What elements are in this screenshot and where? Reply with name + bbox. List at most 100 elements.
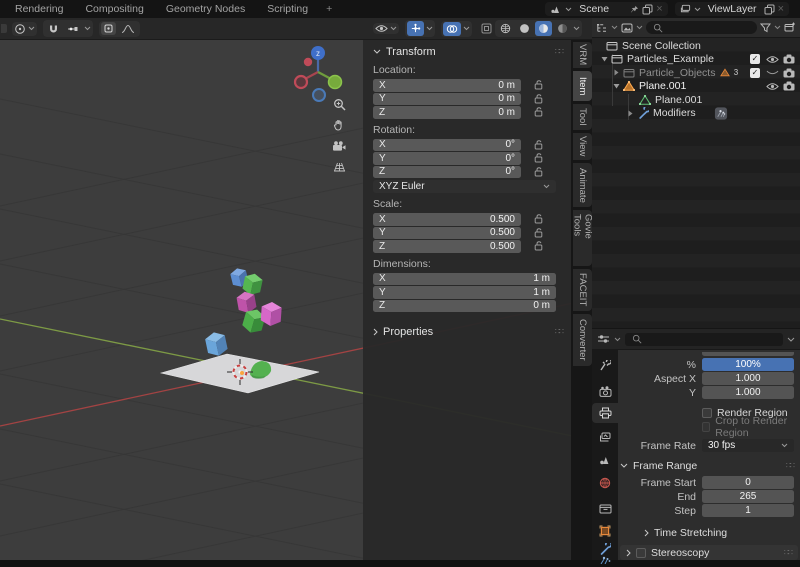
camera-icon[interactable]	[782, 54, 796, 64]
gizmos-icon[interactable]	[407, 21, 424, 36]
shading-material-preview-icon[interactable]	[535, 21, 552, 36]
chevron-down-icon[interactable]	[787, 337, 795, 342]
scene-selector[interactable]: Scene ×	[545, 2, 667, 16]
navigation-gizmo[interactable]: z	[288, 42, 350, 106]
rotation-mode-dropdown[interactable]: XYZ Euler	[373, 180, 556, 193]
new-collection-icon[interactable]	[784, 22, 796, 33]
visibility-dropdown[interactable]	[373, 23, 399, 34]
outliner-row-scene-collection[interactable]: Scene Collection	[592, 39, 800, 53]
filter-funnel-icon[interactable]	[760, 23, 771, 33]
expand-arrow-icon[interactable]	[600, 56, 608, 62]
camera-icon[interactable]	[782, 68, 796, 78]
new-scene-icon[interactable]	[642, 4, 653, 15]
toggle-grid-icon[interactable]	[329, 161, 349, 173]
sidebar-tab-view[interactable]: View	[573, 133, 592, 160]
tab-particles-icon[interactable]	[592, 553, 618, 567]
stereoscopy-header[interactable]: Stereoscopy ∷∷	[620, 545, 798, 560]
workspace-tab-rendering[interactable]: Rendering	[4, 2, 74, 16]
rotation-z-field[interactable]: Z0°	[373, 166, 521, 179]
checkbox-icon[interactable]: ✓	[748, 68, 762, 78]
outliner-row-particles-example[interactable]: Particles_Example ✓	[592, 53, 800, 67]
lock-icon[interactable]	[521, 107, 556, 117]
tab-object-icon[interactable]	[592, 521, 618, 541]
tab-view-layer-icon[interactable]	[592, 427, 618, 447]
aspect-x-field[interactable]: 1.000	[702, 372, 794, 385]
eye-open-icon[interactable]	[765, 82, 779, 91]
shading-wireframe-icon[interactable]	[497, 21, 514, 36]
checkbox-icon[interactable]: ✓	[748, 54, 762, 64]
tab-collection-icon[interactable]	[592, 498, 618, 518]
sidebar-tab-tool[interactable]: Tool	[573, 104, 592, 130]
pin-icon[interactable]	[630, 5, 639, 14]
add-workspace-button[interactable]: +	[319, 2, 339, 16]
sidebar-tab-vrm[interactable]: VRM	[573, 42, 592, 68]
pivot-point-dropdown[interactable]	[12, 22, 37, 36]
frame-step-field[interactable]: 1	[702, 504, 794, 517]
view-layer-name[interactable]: ViewLayer	[704, 3, 761, 15]
close-icon[interactable]: ×	[778, 3, 784, 15]
eye-closed-icon[interactable]	[765, 68, 779, 77]
lock-icon[interactable]	[521, 241, 556, 251]
outliner-row-plane-001[interactable]: Plane.001	[592, 80, 800, 94]
particles-icon[interactable]	[714, 106, 728, 121]
camera-view-icon[interactable]	[329, 140, 349, 152]
snap-target-icon[interactable]	[64, 23, 82, 35]
dimensions-x-field[interactable]: X1 m	[373, 273, 556, 286]
frame-start-field[interactable]: 0	[702, 476, 794, 489]
filter-display-icon[interactable]	[621, 23, 633, 33]
sidebar-tab-item[interactable]: Item	[573, 71, 592, 101]
stereoscopy-checkbox[interactable]	[636, 548, 646, 558]
drag-dots-icon[interactable]: ∷∷	[786, 461, 794, 470]
scale-z-field[interactable]: Z0.500	[373, 240, 521, 253]
overlays-icon[interactable]	[443, 22, 461, 36]
view-layer-selector[interactable]: ViewLayer ×	[675, 2, 789, 16]
outliner-item-label[interactable]: Particle_Objects	[639, 67, 715, 79]
properties-panel-header[interactable]: Properties ∷∷	[373, 324, 571, 339]
outliner-item-label[interactable]: Modifiers	[653, 107, 696, 119]
outliner-search-input[interactable]	[646, 21, 757, 34]
properties-search-input[interactable]	[625, 333, 783, 346]
dimensions-z-field[interactable]: Z0 m	[373, 300, 556, 313]
dimensions-y-field[interactable]: Y1 m	[373, 286, 556, 299]
lock-icon[interactable]	[521, 228, 556, 238]
zoom-icon[interactable]	[329, 98, 349, 110]
lock-icon[interactable]	[521, 140, 556, 150]
sidebar-tab-faceit[interactable]: FACEIT	[573, 269, 592, 311]
rotation-x-field[interactable]: X0°	[373, 139, 521, 152]
tab-scene-icon[interactable]	[592, 450, 618, 470]
workspace-tab-compositing[interactable]: Compositing	[74, 2, 154, 16]
outliner-row-plane-001-data[interactable]: Plane.001	[592, 93, 800, 107]
snap-magnet-icon[interactable]	[45, 21, 62, 36]
crop-render-region-checkbox[interactable]	[702, 422, 710, 432]
sidebar-tab-govie-tools[interactable]: Govie Tools	[573, 210, 592, 266]
drag-dots-icon[interactable]: ∷∷	[555, 47, 563, 56]
close-icon[interactable]: ×	[656, 3, 662, 15]
rotation-y-field[interactable]: Y0°	[373, 152, 521, 165]
eye-open-icon[interactable]	[765, 55, 779, 64]
shading-solid-icon[interactable]	[516, 21, 533, 36]
new-layer-icon[interactable]	[764, 4, 775, 15]
outliner-item-label[interactable]: Particles_Example	[627, 53, 714, 65]
render-region-checkbox[interactable]	[702, 408, 712, 418]
tab-tool-icon[interactable]	[592, 356, 618, 376]
aspect-y-field[interactable]: 1.000	[702, 386, 794, 399]
resolution-y-field-partial[interactable]	[702, 352, 794, 356]
outliner-item-label[interactable]: Plane.001	[655, 94, 702, 106]
workspace-tab-geometry-nodes[interactable]: Geometry Nodes	[155, 2, 256, 16]
transform-panel-header[interactable]: Transform ∷∷	[373, 44, 571, 59]
lock-icon[interactable]	[521, 80, 556, 90]
scale-y-field[interactable]: Y0.500	[373, 227, 521, 240]
display-mode-icon[interactable]	[596, 23, 608, 33]
outliner-item-label[interactable]: Scene Collection	[622, 40, 701, 52]
location-y-field[interactable]: Y0 m	[373, 93, 521, 106]
lock-icon[interactable]	[521, 153, 556, 163]
lock-icon[interactable]	[521, 167, 556, 177]
frame-end-field[interactable]: 265	[702, 490, 794, 503]
outliner-row-modifiers[interactable]: Modifiers	[592, 107, 800, 121]
falloff-curve-icon[interactable]	[118, 22, 138, 36]
frame-rate-dropdown[interactable]: 30 fps	[702, 439, 794, 452]
drag-dots-icon[interactable]: ∷∷	[555, 327, 563, 336]
camera-icon[interactable]	[782, 81, 796, 91]
editor-type-icon[interactable]	[0, 21, 12, 36]
lock-icon[interactable]	[521, 94, 556, 104]
